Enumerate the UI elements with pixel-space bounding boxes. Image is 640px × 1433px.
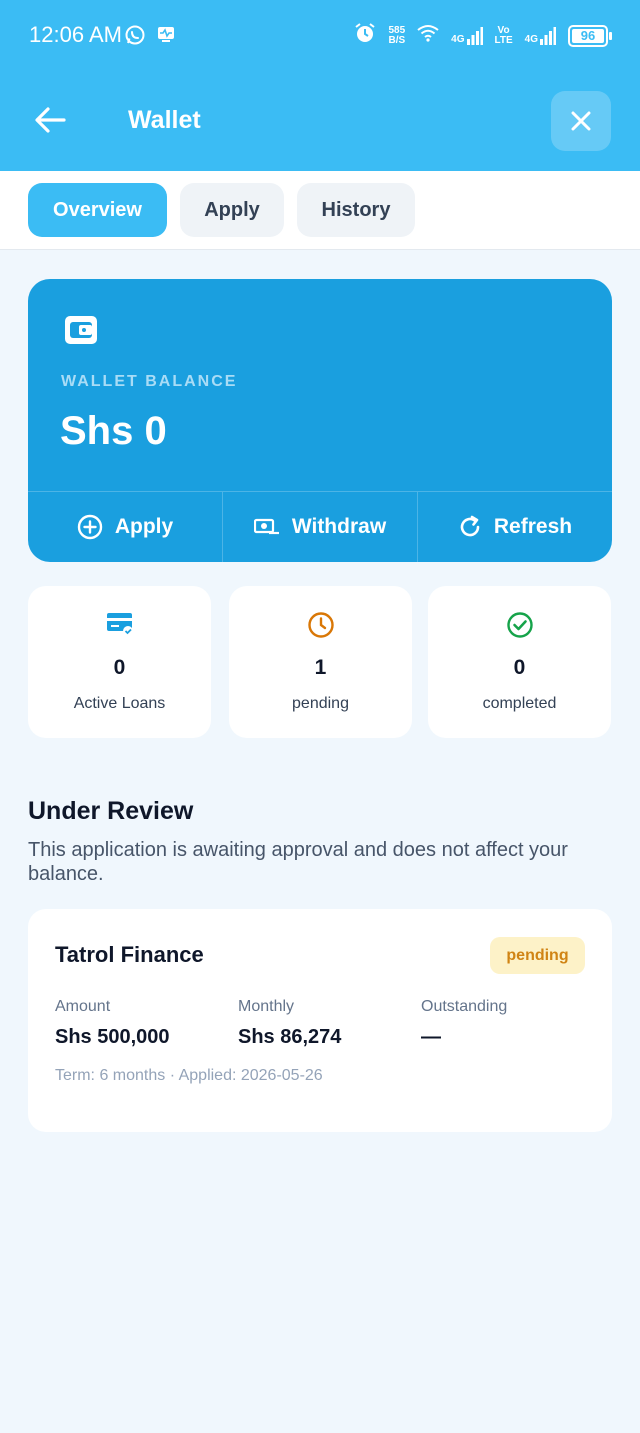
refresh-icon (460, 515, 480, 537)
amount-value: Shs 500,000 (55, 1026, 170, 1048)
close-icon (571, 111, 591, 131)
apply-button[interactable]: Apply (28, 492, 222, 562)
withdraw-button[interactable]: Withdraw (222, 492, 417, 562)
withdraw-button-label: Withdraw (291, 515, 387, 538)
app-header: 12:06 AM 585 B/S 4G Vo LTE 4G 96 Wallet (0, 0, 640, 171)
stat-label: Active Loans (73, 695, 166, 712)
balance-value: Shs 0 (60, 409, 167, 453)
signal-2: 4G (524, 26, 556, 45)
battery-indicator: 96 (568, 24, 612, 47)
section-title: Under Review (28, 797, 194, 825)
wifi-icon (417, 24, 439, 47)
outstanding-label: Outstanding (421, 998, 508, 1015)
plus-circle-icon (77, 514, 103, 540)
back-button[interactable] (30, 100, 70, 140)
whatsapp-icon (124, 24, 146, 51)
stat-value: 0 (513, 656, 526, 679)
battery-level: 96 (580, 28, 596, 43)
stat-active-loans: 0 Active Loans (28, 586, 211, 738)
application-meta: Term: 6 months · Applied: 2026-05-26 (55, 1067, 323, 1084)
refresh-button[interactable]: Refresh (417, 492, 612, 562)
health-icon (156, 24, 176, 51)
monthly-value: Shs 86,274 (238, 1026, 342, 1048)
tab-overview[interactable]: Overview (28, 183, 167, 237)
signal-bars-icon (540, 26, 556, 45)
notification-icons (124, 24, 176, 51)
check-circle-icon (506, 612, 533, 638)
signal-1-label: 4G (451, 33, 465, 45)
battery-icon: 96 (568, 24, 608, 47)
signal-2-label: 4G (524, 33, 538, 45)
system-icons: 585 B/S 4G Vo LTE 4G 96 (354, 22, 612, 49)
stat-label: pending (292, 695, 349, 712)
status-badge: pending (490, 937, 585, 974)
monthly-label: Monthly (238, 998, 295, 1015)
tab-history[interactable]: History (297, 183, 415, 237)
refresh-button-label: Refresh (493, 515, 573, 538)
arrow-left-icon (35, 107, 66, 133)
tab-apply[interactable]: Apply (180, 183, 284, 237)
balance-actions: Apply Withdraw Refresh (28, 491, 612, 562)
stat-label: completed (482, 695, 557, 712)
section-description: This application is awaiting approval an… (28, 839, 568, 885)
balance-label: WALLET BALANCE (61, 373, 238, 390)
wallet-balance-card: WALLET BALANCE Shs 0 Apply Withdraw Refr… (28, 279, 612, 562)
signal-1: 4G (451, 26, 483, 45)
volte-indicator: Vo LTE (494, 24, 513, 46)
status-bar: 12:06 AM 585 B/S 4G Vo LTE 4G 96 (0, 0, 640, 72)
wallet-icon (64, 315, 98, 350)
page-title: Wallet (128, 106, 201, 134)
amount-label: Amount (55, 998, 111, 1015)
stat-pending: 1 pending (229, 586, 412, 738)
credit-card-icon (106, 613, 133, 636)
close-button[interactable] (551, 91, 611, 151)
application-card[interactable]: Tatrol Finance pending Amount Shs 500,00… (28, 909, 612, 1132)
stat-value: 1 (314, 656, 327, 679)
volte-bottom: LTE (494, 34, 513, 46)
volte-top: Vo (497, 24, 510, 36)
net-speed-value: 585 (388, 24, 406, 36)
alarm-icon (354, 22, 376, 49)
apply-button-label: Apply (114, 515, 174, 538)
net-speed-unit: B/S (388, 34, 406, 46)
clock-icon (307, 612, 334, 638)
lender-name: Tatrol Finance (55, 942, 204, 967)
status-time: 12:06 AM (29, 22, 122, 47)
stat-value: 0 (113, 656, 126, 679)
outstanding-value: — (421, 1026, 441, 1048)
stat-completed: 0 completed (428, 586, 611, 738)
tab-bar: Overview Apply History (0, 171, 640, 250)
signal-bars-icon (466, 26, 483, 45)
network-speed: 585 B/S (388, 24, 406, 46)
cash-icon (253, 518, 279, 535)
